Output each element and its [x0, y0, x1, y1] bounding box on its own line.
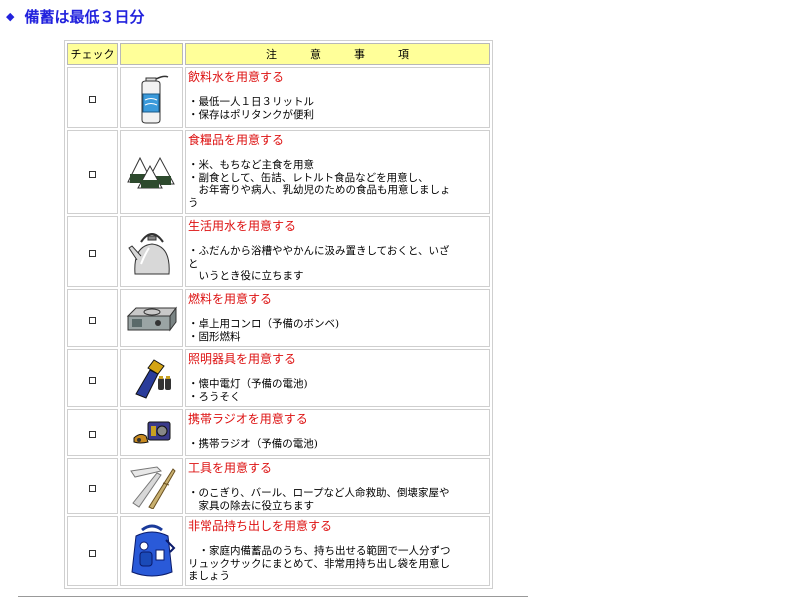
- check-cell[interactable]: [67, 409, 118, 456]
- check-cell[interactable]: [67, 130, 118, 214]
- checkbox[interactable]: [89, 431, 96, 438]
- check-cell[interactable]: [67, 516, 118, 586]
- item-line: リュックサックにまとめて、非常用持ち出し袋を用意し: [188, 557, 450, 570]
- image-cell: [120, 409, 183, 456]
- notes-cell: 非常品持ち出しを用意する ・家庭内備蓄品のうち、持ち出せる範囲で一人分ずつ リュ…: [185, 516, 490, 586]
- backpack-icon: [130, 524, 175, 577]
- item-line: いうとき役に立ちます: [188, 270, 304, 282]
- item-title: 飲料水を用意する: [188, 70, 285, 84]
- radio-icon: [133, 421, 170, 443]
- item-line: ・家庭内備蓄品のうち、持ち出せる範囲で一人分ずつ: [188, 545, 451, 557]
- item-title: 工具を用意する: [188, 461, 273, 475]
- item-title: 生活用水を用意する: [188, 219, 297, 233]
- notes-cell: 工具を用意する ・のこぎり、バール、ロープなど人命救助、倒壊家屋や 家具の除去に…: [185, 458, 490, 514]
- item-line: ・ふだんから浴槽ややかんに汲み置きしておくと、いざ: [188, 245, 450, 257]
- checkbox[interactable]: [89, 170, 96, 178]
- table-row: 飲料水を用意する ・最低一人１日３リットル ・保存はポリタンクが便利: [67, 67, 490, 128]
- table-row: 工具を用意する ・のこぎり、バール、ロープなど人命救助、倒壊家屋や 家具の除去に…: [67, 458, 490, 514]
- item-line: ・ろうそく: [188, 390, 241, 403]
- horizontal-divider: [18, 596, 528, 597]
- item-description: ・米、もちなど主食を用意 ・副食として、缶詰、レトルト食品などを用意し、 お年寄…: [188, 159, 487, 209]
- tools-icon: [129, 466, 176, 509]
- flashlight-icon: [134, 359, 171, 399]
- item-title: 照明器具を用意する: [188, 352, 297, 366]
- item-description: ・ふだんから浴槽ややかんに汲み置きしておくと、いざ と いうとき役に立ちます: [188, 245, 487, 283]
- notes-cell: 携帯ラジオを用意する ・携帯ラジオ（予備の電池): [185, 409, 490, 456]
- item-line: ・卓上用コンロ（予備のボンベ): [188, 318, 340, 330]
- item-description: ・のこぎり、バール、ロープなど人命救助、倒壊家屋や 家具の除去に役立ちます: [188, 487, 487, 512]
- check-cell[interactable]: [67, 216, 118, 287]
- page-heading: ◆ 備蓄は最低３日分: [6, 6, 144, 27]
- item-line: ・米、もちなど主食を用意: [188, 159, 314, 171]
- item-line: ・懐中電灯（予備の電池): [188, 378, 308, 390]
- notes-cell: 飲料水を用意する ・最低一人１日３リットル ・保存はポリタンクが便利: [185, 67, 490, 128]
- item-description: ・懐中電灯（予備の電池) ・ろうそく: [188, 378, 487, 403]
- checkbox[interactable]: [89, 484, 96, 492]
- item-title: 燃料を用意する: [188, 292, 273, 306]
- check-cell[interactable]: [67, 458, 118, 514]
- table-row: 食糧品を用意する ・米、もちなど主食を用意 ・副食として、缶詰、レトルト食品など…: [67, 130, 490, 214]
- checkbox[interactable]: [89, 96, 96, 103]
- notes-column-header: 注 意 事 項: [185, 43, 490, 65]
- diamond-bullet-icon: ◆: [6, 10, 15, 23]
- item-description: ・携帯ラジオ（予備の電池): [188, 438, 487, 451]
- item-line: ・副食として、缶詰、レトルト食品などを用意し、: [188, 171, 429, 184]
- item-description: ・最低一人１日３リットル ・保存はポリタンクが便利: [188, 96, 487, 121]
- checkbox[interactable]: [89, 376, 96, 384]
- table-row: 携帯ラジオを用意する ・携帯ラジオ（予備の電池): [67, 409, 490, 456]
- table-row: 燃料を用意する ・卓上用コンロ（予備のボンベ) ・固形燃料: [67, 289, 490, 347]
- check-column-header: チェック: [67, 43, 118, 65]
- preparation-checklist-table: チェック 注 意 事 項 飲料水を用意する ・最低一人１日３リットル ・保存はポ…: [64, 40, 493, 589]
- checkbox[interactable]: [89, 250, 96, 257]
- table-row: 生活用水を用意する ・ふだんから浴槽ややかんに汲み置きしておくと、いざ と いう…: [67, 216, 490, 287]
- notes-cell: 照明器具を用意する ・懐中電灯（予備の電池) ・ろうそく: [185, 349, 490, 407]
- item-description: ・家庭内備蓄品のうち、持ち出せる範囲で一人分ずつ リュックサックにまとめて、非常…: [188, 545, 487, 583]
- kettle-icon: [127, 232, 170, 274]
- image-cell: [120, 516, 183, 586]
- checkbox[interactable]: [89, 316, 96, 324]
- page-title: 備蓄は最低３日分: [24, 8, 145, 26]
- item-title: 食糧品を用意する: [188, 133, 285, 147]
- image-cell: [120, 67, 183, 128]
- notes-cell: 生活用水を用意する ・ふだんから浴槽ややかんに汲み置きしておくと、いざ と いう…: [185, 216, 490, 287]
- check-cell[interactable]: [67, 67, 118, 128]
- item-line: う: [188, 196, 199, 209]
- table-row: 照明器具を用意する ・懐中電灯（予備の電池) ・ろうそく: [67, 349, 490, 407]
- rice-ball-icon: [126, 156, 175, 189]
- item-title: 非常品持ち出しを用意する: [188, 519, 333, 533]
- item-line: ましょう: [188, 570, 230, 582]
- image-cell: [120, 216, 183, 287]
- item-line: 家具の除去に役立ちます: [188, 499, 314, 512]
- item-line: ・保存はポリタンクが便利: [188, 108, 314, 121]
- image-column-header: [120, 43, 183, 65]
- image-cell: [120, 289, 183, 347]
- notes-cell: 食糧品を用意する ・米、もちなど主食を用意 ・副食として、缶詰、レトルト食品など…: [185, 130, 490, 214]
- check-cell[interactable]: [67, 289, 118, 347]
- item-title: 携帯ラジオを用意する: [188, 412, 308, 426]
- item-line: ・最低一人１日３リットル: [188, 96, 314, 108]
- image-cell: [120, 130, 183, 214]
- table-row: 非常品持ち出しを用意する ・家庭内備蓄品のうち、持ち出せる範囲で一人分ずつ リュ…: [67, 516, 490, 586]
- item-line: ・のこぎり、バール、ロープなど人命救助、倒壊家屋や: [188, 487, 450, 499]
- image-cell: [120, 458, 183, 514]
- checkbox[interactable]: [89, 549, 96, 557]
- item-line: ・固形燃料: [188, 330, 241, 343]
- item-description: ・卓上用コンロ（予備のボンベ) ・固形燃料: [188, 318, 487, 343]
- item-line: ・携帯ラジオ（予備の電池): [188, 438, 318, 450]
- item-line: お年寄りや病人、乳幼児のための食品も用意しましょ: [188, 184, 451, 196]
- image-cell: [120, 349, 183, 407]
- water-bottle-icon: [141, 75, 168, 123]
- check-cell[interactable]: [67, 349, 118, 407]
- portable-stove-icon: [126, 306, 177, 332]
- table-header-row: チェック 注 意 事 項: [67, 43, 490, 65]
- item-line: と: [188, 257, 199, 270]
- notes-cell: 燃料を用意する ・卓上用コンロ（予備のボンベ) ・固形燃料: [185, 289, 490, 347]
